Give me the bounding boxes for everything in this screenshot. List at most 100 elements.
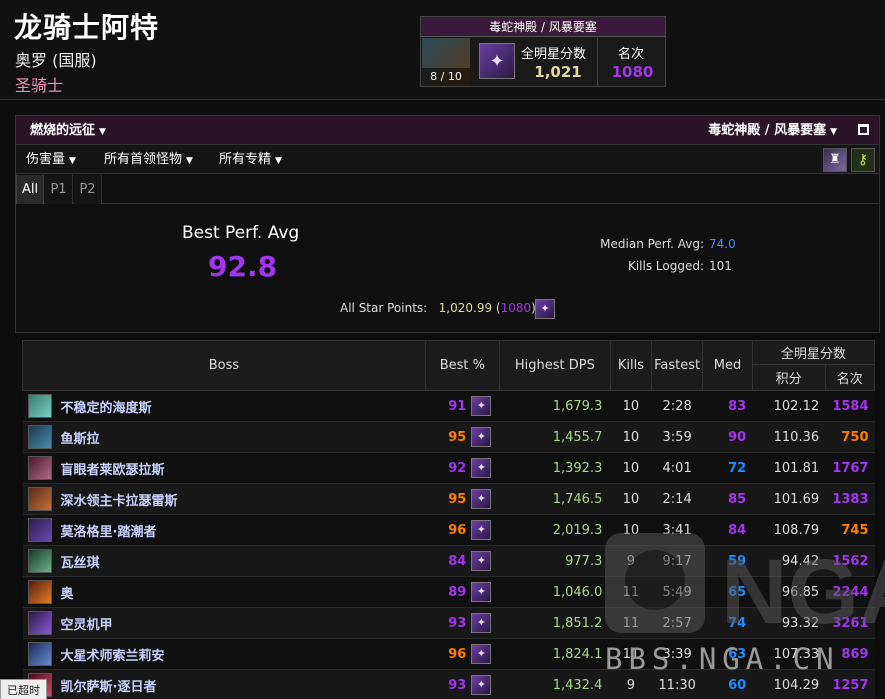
all-star-icon[interactable]: ✦	[471, 458, 492, 478]
boss-name-link[interactable]: 凯尔萨斯·逐日者	[61, 676, 157, 695]
fastest-time: 3:59	[651, 421, 703, 453]
raid-progress: 8 / 10	[422, 68, 470, 86]
rank-box: 名次 1080	[597, 38, 666, 87]
best-cell: 96 ✦	[425, 638, 500, 670]
all-star-icon[interactable]: ✦	[471, 396, 492, 416]
all-star-rank-value: 1080	[500, 301, 532, 315]
tab-all[interactable]: All	[16, 175, 44, 204]
boss-portrait-icon	[27, 487, 52, 511]
boss-name-link[interactable]: 不稳定的海度斯	[61, 397, 152, 416]
boss-cell: 鱼斯拉	[22, 421, 426, 453]
all-star-icon[interactable]: ✦	[535, 299, 555, 319]
boss-name-link[interactable]: 空灵机甲	[61, 614, 113, 633]
character-header: 龙骑士阿特 奥罗 (国服) 圣骑士 毒蛇神殿 / 风暴要塞 8 / 10 ✦ 全…	[0, 0, 885, 100]
boss-cell: 空灵机甲	[22, 607, 426, 639]
spec-dropdown-label: 所有专精	[219, 152, 272, 167]
header-boss[interactable]: Boss	[22, 340, 426, 391]
kills-count: 10	[610, 390, 652, 422]
best-percent: 92	[448, 460, 467, 476]
boss-cell: 凯尔萨斯·逐日者	[22, 669, 426, 699]
character-name: 龙骑士阿特	[14, 11, 160, 44]
character-server[interactable]: 奥罗 (国服)	[15, 47, 97, 71]
header-dps[interactable]: Highest DPS	[498, 340, 611, 391]
highest-dps: 1,455.7	[499, 421, 611, 453]
kills-logged-value: 101	[709, 259, 732, 273]
best-cell: 91 ✦	[425, 390, 500, 422]
table-row[interactable]: 盲眼者莱欧瑟拉斯 92 ✦ 1,392.3 10 4:01 72 101.81 1767	[22, 452, 875, 484]
header-kills[interactable]: Kills	[609, 340, 652, 391]
raid-thumbnail: 8 / 10	[422, 38, 470, 86]
metric-dropdown[interactable]: 伤害量 ▼	[26, 145, 76, 176]
boss-name-link[interactable]: 盲眼者莱欧瑟拉斯	[61, 459, 165, 478]
all-star-icon[interactable]: ✦	[471, 520, 492, 540]
highest-dps: 1,824.1	[499, 638, 611, 670]
table-row[interactable]: 不稳定的海度斯 91 ✦ 1,679.3 10 2:28 83 102.12 1584	[22, 390, 875, 422]
boss-name-link[interactable]: 深水领主卡拉瑟雷斯	[61, 490, 178, 509]
boss-name-link[interactable]: 大星术师索兰莉安	[61, 645, 165, 664]
status-tag: 已超时	[0, 679, 47, 699]
all-star-icon[interactable]: ✦	[471, 489, 492, 509]
best-percent: 96	[448, 522, 467, 538]
all-star-icon[interactable]: ✦	[471, 613, 492, 633]
maximize-icon[interactable]	[858, 124, 869, 135]
best-perf-value: 92.8	[208, 250, 278, 283]
highest-dps: 1,746.5	[499, 483, 611, 515]
boss-portrait-icon	[27, 456, 52, 480]
header-rank[interactable]: 名次	[824, 364, 876, 391]
table-row[interactable]: 深水领主卡拉瑟雷斯 95 ✦ 1,746.5 10 2:14 85 101.69 1383	[22, 483, 875, 515]
all-star-icon[interactable]: ✦	[471, 675, 492, 695]
header-asp-group: 全明星分数	[751, 340, 876, 365]
watermark-text: BBS.NGA.CN	[605, 642, 840, 676]
zone-dropdown[interactable]: 燃烧的远征 ▼	[30, 116, 106, 147]
highest-dps: 1,392.3	[499, 452, 611, 484]
kills-count: 10	[610, 421, 652, 453]
character-class: 圣骑士	[15, 76, 64, 95]
best-percent: 93	[448, 615, 467, 631]
kills-logged-label: Kills Logged:	[627, 259, 704, 273]
best-cell: 84 ✦	[425, 545, 500, 577]
boss-name-link[interactable]: 奥	[61, 583, 74, 602]
kills-count: 10	[610, 483, 652, 515]
best-cell: 93 ✦	[425, 669, 500, 699]
chevron-down-icon: ▼	[275, 156, 282, 166]
best-percent: 84	[448, 553, 467, 569]
asp-points: 101.81	[752, 452, 826, 484]
best-percent: 95	[448, 491, 467, 507]
highest-dps: 2,019.3	[499, 514, 611, 546]
header-fastest[interactable]: Fastest	[650, 340, 704, 391]
boss-portrait-icon	[27, 425, 52, 449]
raid-dropdown[interactable]: 毒蛇神殿 / 风暴要塞 ▼	[708, 116, 837, 147]
chevron-down-icon: ▼	[830, 127, 837, 137]
boss-name-link[interactable]: 莫洛格里·踏潮者	[61, 521, 157, 540]
header-med[interactable]: Med	[702, 340, 753, 391]
asp-rank: 750	[825, 421, 875, 453]
raid-summary-title: 毒蛇神殿 / 风暴要塞	[421, 17, 665, 37]
spec-dropdown[interactable]: 所有专精 ▼	[219, 145, 282, 176]
all-star-icon[interactable]: ✦	[471, 644, 492, 664]
rankings-panel: 燃烧的远征 ▼ 毒蛇神殿 / 风暴要塞 ▼ 伤害量 ▼ 所有首领怪物 ▼ 所有专精 ▼ ♜…	[15, 115, 880, 333]
tab-p2[interactable]: P2	[74, 175, 102, 204]
svg-text:NGA: NGA	[721, 541, 885, 643]
zone-dropdown-label: 燃烧的远征	[30, 123, 96, 138]
key-icon[interactable]: ⚷	[851, 148, 875, 172]
best-percent: 93	[448, 677, 467, 693]
highest-dps: 977.3	[499, 545, 611, 577]
median-perf-value: 74.0	[709, 237, 736, 251]
boss-name-link[interactable]: 鱼斯拉	[61, 428, 100, 447]
all-star-icon[interactable]: ✦	[471, 427, 492, 447]
median-percent: 83	[702, 390, 753, 422]
best-percent: 95	[448, 429, 467, 445]
fastest-time: 2:28	[651, 390, 703, 422]
table-row[interactable]: 鱼斯拉 95 ✦ 1,455.7 10 3:59 90 110.36 750	[22, 421, 875, 453]
header-best[interactable]: Best %	[424, 340, 500, 391]
tab-p1[interactable]: P1	[45, 175, 73, 204]
boss-filter-dropdown[interactable]: 所有首领怪物 ▼	[104, 145, 193, 176]
header-points[interactable]: 积分	[751, 364, 826, 391]
all-star-icon[interactable]: ✦	[471, 551, 492, 571]
boss-name-link[interactable]: 瓦丝琪	[61, 552, 100, 571]
all-star-icon[interactable]: ✦	[471, 582, 492, 602]
boss-filter-label: 所有首领怪物	[104, 152, 183, 167]
raid-summary-box[interactable]: 毒蛇神殿 / 风暴要塞 8 / 10 ✦ 全明星分数 1,021 名次 1080	[420, 16, 666, 87]
boss-portrait-icon	[27, 549, 52, 573]
character-gear-icon[interactable]: ♜	[823, 148, 847, 172]
